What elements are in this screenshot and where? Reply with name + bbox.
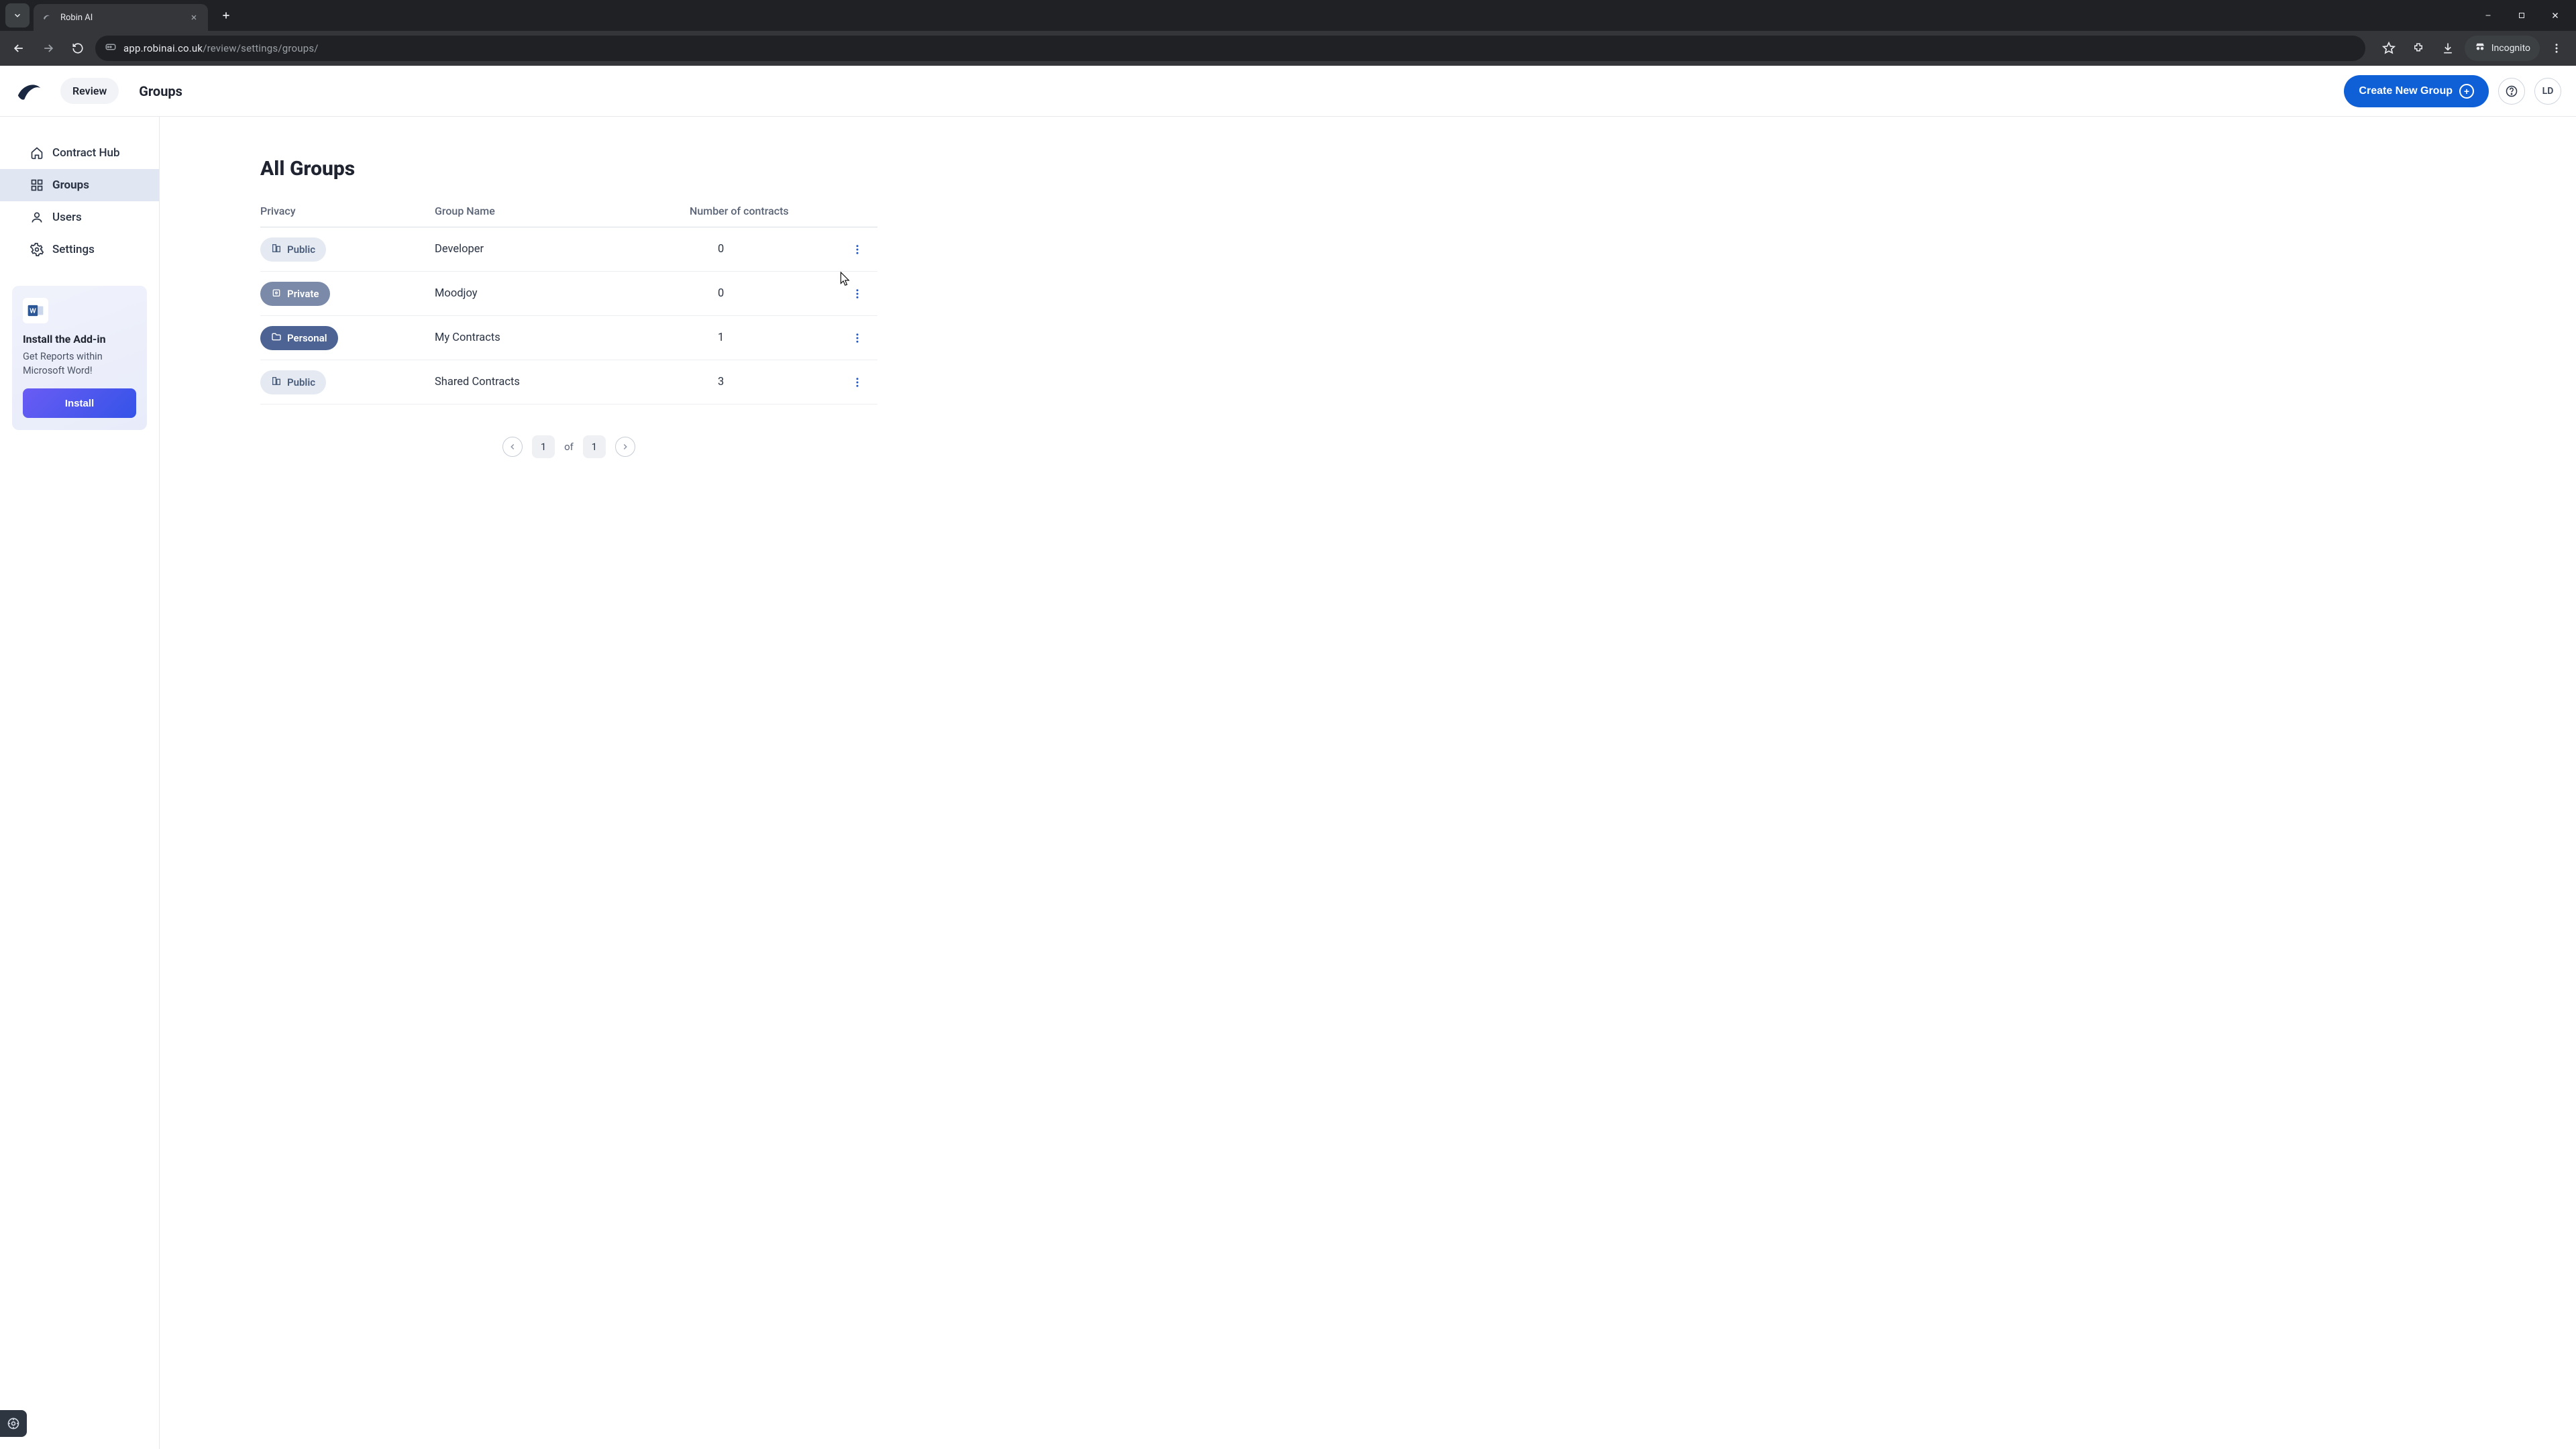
table-row[interactable]: Public Developer 0 [260,227,877,272]
home-icon [30,146,44,160]
addin-title: Install the Add-in [23,333,136,345]
page-title: Groups [139,83,182,99]
table-row[interactable]: Public Shared Contracts 3 [260,360,877,405]
incognito-icon [2474,41,2486,56]
sidebar-item-label: Settings [52,243,95,256]
browser-menu-icon[interactable] [2544,36,2569,61]
group-name-cell: My Contracts [435,331,690,344]
table-header: Privacy Group Name Number of contracts [260,205,877,227]
page-prev-button[interactable] [502,437,523,457]
main-heading: All Groups [260,157,2509,180]
tab-bar: Robin AI [0,0,2576,31]
sidebar-item-users[interactable]: Users [0,201,159,233]
privacy-badge-public: Public [260,237,326,262]
review-nav-pill[interactable]: Review [60,78,119,104]
tab-favicon-icon [42,11,54,23]
tab-close-icon[interactable] [188,11,200,23]
page-next-button[interactable] [615,437,635,457]
help-button[interactable] [2498,78,2525,105]
public-icon [271,243,282,256]
contract-count-cell: 0 [690,287,837,300]
group-name-cell: Moodjoy [435,287,690,300]
app-body: Contract Hub Groups Users Settings W Instal… [0,117,2576,1449]
private-icon [271,287,282,301]
sidebar-item-contract-hub[interactable]: Contract Hub [0,137,159,169]
page-current: 1 [532,435,555,458]
url-field[interactable]: app.robinai.co.uk/review/settings/groups… [95,36,2365,61]
grid-icon [30,178,44,193]
svg-text:W: W [30,307,36,315]
privacy-badge-label: Personal [287,332,327,344]
page-total: 1 [583,435,606,458]
user-icon [30,210,44,225]
row-actions-button[interactable] [837,288,877,300]
browser-chrome: Robin AI app.robinai.co.uk/review/settin… [0,0,2576,66]
address-bar: app.robinai.co.uk/review/settings/groups… [0,31,2576,66]
extensions-icon[interactable] [2406,36,2431,61]
window-controls [2473,3,2576,28]
sidebar-item-groups[interactable]: Groups [0,169,159,201]
app-header: Review Groups Create New Group + LD [0,66,2576,117]
contract-count-cell: 3 [690,376,837,388]
bookmark-star-icon[interactable] [2376,36,2402,61]
nav-reload-button[interactable] [66,36,90,60]
site-info-icon[interactable] [105,41,117,56]
plus-circle-icon: + [2459,84,2474,99]
incognito-indicator[interactable]: Incognito [2465,36,2540,61]
table-row[interactable]: Private Moodjoy 0 [260,272,877,316]
sidebar-item-settings[interactable]: Settings [0,233,159,266]
incognito-label: Incognito [2491,43,2530,54]
privacy-badge-label: Private [287,288,319,300]
gear-icon [30,242,44,257]
sidebar: Contract Hub Groups Users Settings W Instal… [0,117,160,1449]
window-maximize-icon[interactable] [2506,3,2537,28]
row-actions-button[interactable] [837,376,877,388]
column-privacy: Privacy [260,205,435,217]
user-avatar[interactable]: LD [2534,78,2561,105]
url-text: app.robinai.co.uk/review/settings/groups… [123,42,319,54]
column-contracts: Number of contracts [690,205,837,217]
word-app-icon: W [23,298,48,323]
nav-forward-button[interactable] [36,36,60,60]
browser-tab[interactable]: Robin AI [34,4,208,31]
contract-count-cell: 0 [690,243,837,256]
nav-back-button[interactable] [7,36,31,60]
addin-promo-card: W Install the Add-in Get Reports within … [12,286,147,430]
addin-subtitle: Get Reports within Microsoft Word! [23,350,136,378]
create-new-group-button[interactable]: Create New Group + [2344,75,2489,107]
create-button-label: Create New Group [2359,85,2453,97]
privacy-badge-personal: Personal [260,326,338,350]
install-addin-button[interactable]: Install [23,388,136,418]
tab-search-dropdown[interactable] [5,3,30,28]
app-logo-icon[interactable] [15,79,50,103]
group-name-cell: Shared Contracts [435,376,690,388]
public-icon [271,376,282,389]
new-tab-button[interactable] [216,5,236,25]
row-actions-button[interactable] [837,244,877,256]
tab-title: Robin AI [60,13,181,23]
contract-count-cell: 1 [690,331,837,344]
pagination: 1 of 1 [260,435,877,458]
main-content: All Groups Privacy Group Name Number of … [160,117,2576,1449]
window-minimize-icon[interactable] [2473,3,2504,28]
row-actions-button[interactable] [837,332,877,344]
group-name-cell: Developer [435,243,690,256]
privacy-badge-public: Public [260,370,326,394]
privacy-badge-label: Public [287,244,315,256]
groups-table: Privacy Group Name Number of contracts P… [260,205,877,405]
personal-icon [271,331,282,345]
column-group-name: Group Name [435,205,690,217]
privacy-badge-private: Private [260,282,330,306]
page-of-label: of [564,441,574,453]
table-row[interactable]: Personal My Contracts 1 [260,316,877,360]
window-close-icon[interactable] [2540,3,2571,28]
support-fab[interactable] [0,1410,27,1437]
privacy-badge-label: Public [287,376,315,388]
sidebar-item-label: Contract Hub [52,146,120,160]
downloads-icon[interactable] [2435,36,2461,61]
sidebar-item-label: Groups [52,178,89,192]
sidebar-item-label: Users [52,211,82,224]
